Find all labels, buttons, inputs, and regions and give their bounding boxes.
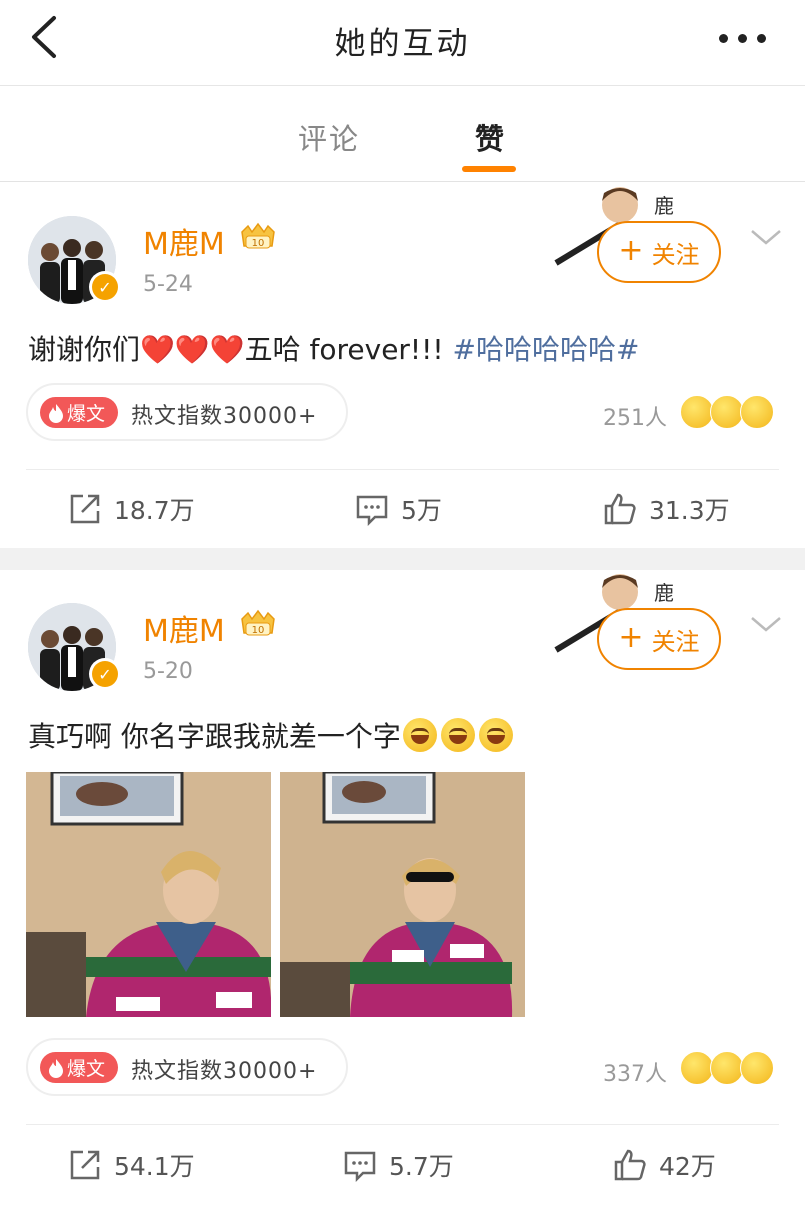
like-button[interactable]: 42万 [613,1147,716,1183]
post-card: ✓ M鹿M 10 5-20 鹿 + 关注 真巧啊 你名字跟我就差一个字 爆文 热… [0,570,805,1211]
chevron-down-icon[interactable] [750,614,782,634]
post-text: 谢谢你们❤️❤️❤️五哈 forever!!! #哈哈哈哈哈# [28,328,639,368]
comment-button[interactable]: 5万 [355,491,442,527]
hashtag-link[interactable]: #哈哈哈哈哈# [453,333,640,366]
vip-crown-icon: 10 [241,222,275,249]
post-text-after: 五哈 forever!!! [244,333,444,366]
top-bar: 她的互动 [0,0,805,86]
thumbs-up-icon [614,1149,646,1181]
comment-count: 5.7万 [389,1152,454,1181]
share-button[interactable]: 54.1万 [68,1147,195,1183]
post-image[interactable] [280,772,525,1017]
share-count: 18.7万 [114,496,195,525]
plus-icon: + [618,619,644,655]
like-count: 31.3万 [649,496,730,525]
svg-text:鹿: 鹿 [654,581,674,605]
post-card: ✓ M鹿M 10 5-24 鹿 + 关注 谢谢你们❤️❤️❤️五哈 foreve… [0,183,805,548]
reaction-count[interactable]: 337人 [595,1056,667,1088]
card-separator [0,548,805,570]
share-icon [70,1150,100,1180]
reaction-faces[interactable] [680,395,774,431]
hot-index-chip[interactable]: 爆文 热文指数30000+ [26,383,348,441]
flame-icon [49,1058,63,1078]
post-text-main: 真巧啊 你名字跟我就差一个字 [28,720,401,753]
follow-label: 关注 [651,627,700,656]
follow-button[interactable]: + 关注 [597,221,721,283]
hot-badge-label: 爆文 [67,1058,106,1080]
active-tab-indicator [462,166,516,172]
follow-label: 关注 [651,240,700,269]
verified-badge-icon: ✓ [89,271,121,303]
grin-emoji-icon [710,395,744,429]
tab-comments[interactable]: 评论 [298,116,360,158]
share-count: 54.1万 [114,1152,195,1181]
reaction-faces[interactable] [680,1051,774,1087]
hot-index-label: 热文指数30000+ [131,1059,318,1084]
vip-crown-icon: 10 [241,609,275,636]
comment-count: 5万 [401,496,442,525]
svg-text:10: 10 [252,625,265,636]
flame-icon [49,403,63,423]
grin-emoji-icon [402,718,437,752]
plus-icon: + [618,232,644,268]
grin-emoji-icon [740,1051,774,1085]
tab-bar: 评论 赞 [0,86,805,182]
username[interactable]: M鹿M [143,606,225,650]
username[interactable]: M鹿M [143,219,225,263]
post-image[interactable] [26,772,271,1017]
svg-text:鹿: 鹿 [654,194,674,218]
post-text-main: 谢谢你们 [28,333,141,366]
like-count: 42万 [659,1152,716,1181]
hot-badge: 爆文 [40,1052,118,1083]
post-text: 真巧啊 你名字跟我就差一个字 [28,715,515,755]
divider [26,469,779,470]
hot-badge: 爆文 [40,397,118,428]
thumbs-up-icon [604,493,636,525]
hot-index-chip[interactable]: 爆文 热文指数30000+ [26,1038,348,1096]
kiss-emoji-icon [710,1051,744,1085]
svg-text:10: 10 [252,238,265,249]
follow-button[interactable]: + 关注 [597,608,721,670]
grin-emoji-icon [478,718,513,752]
grin-emoji-icon [440,718,475,752]
more-options-icon[interactable] [719,34,769,44]
verified-badge-icon: ✓ [89,658,121,690]
post-date: 5-20 [143,659,193,684]
comment-button[interactable]: 5.7万 [343,1147,454,1183]
page-title: 她的互动 [334,26,471,62]
share-button[interactable]: 18.7万 [68,491,195,527]
tab-likes[interactable]: 赞 [475,116,506,158]
chevron-down-icon[interactable] [750,227,782,247]
like-button[interactable]: 31.3万 [603,491,730,527]
kiss-emoji-icon [740,395,774,429]
surprised-emoji-icon [680,1051,714,1085]
hot-badge-label: 爆文 [67,403,106,425]
share-icon [70,494,100,524]
reaction-count[interactable]: 251人 [595,400,667,432]
comment-icon [356,495,388,526]
surprised-emoji-icon [680,395,714,429]
post-date: 5-24 [143,272,193,297]
hot-index-label: 热文指数30000+ [131,404,318,429]
comment-icon [344,1151,376,1182]
hearts: ❤️❤️❤️ [140,333,245,366]
divider [26,1124,779,1125]
